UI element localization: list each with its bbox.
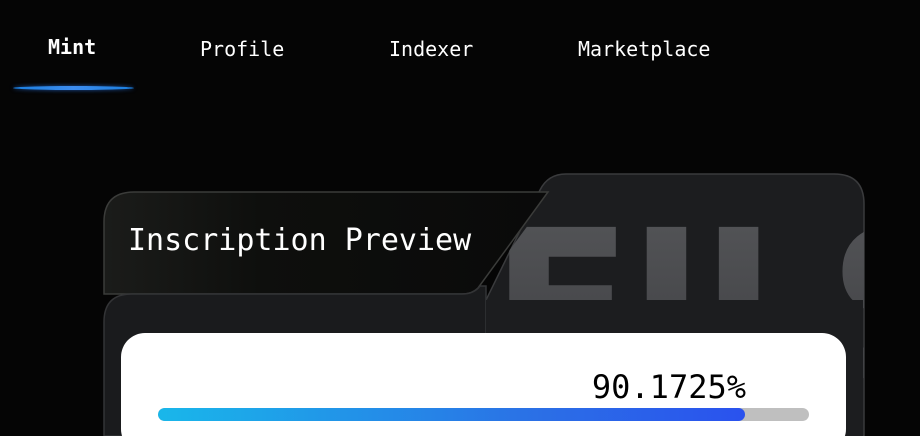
progress-bar xyxy=(158,408,809,421)
card-title: Inscription Preview xyxy=(128,223,472,258)
progress-percentage: 90.1725% xyxy=(591,368,746,406)
progress-panel: 90.1725% xyxy=(121,333,846,436)
progress-bar-fill xyxy=(158,408,746,421)
inscription-preview-card: FILS Inscription Preview 90.1725% xyxy=(0,0,920,436)
